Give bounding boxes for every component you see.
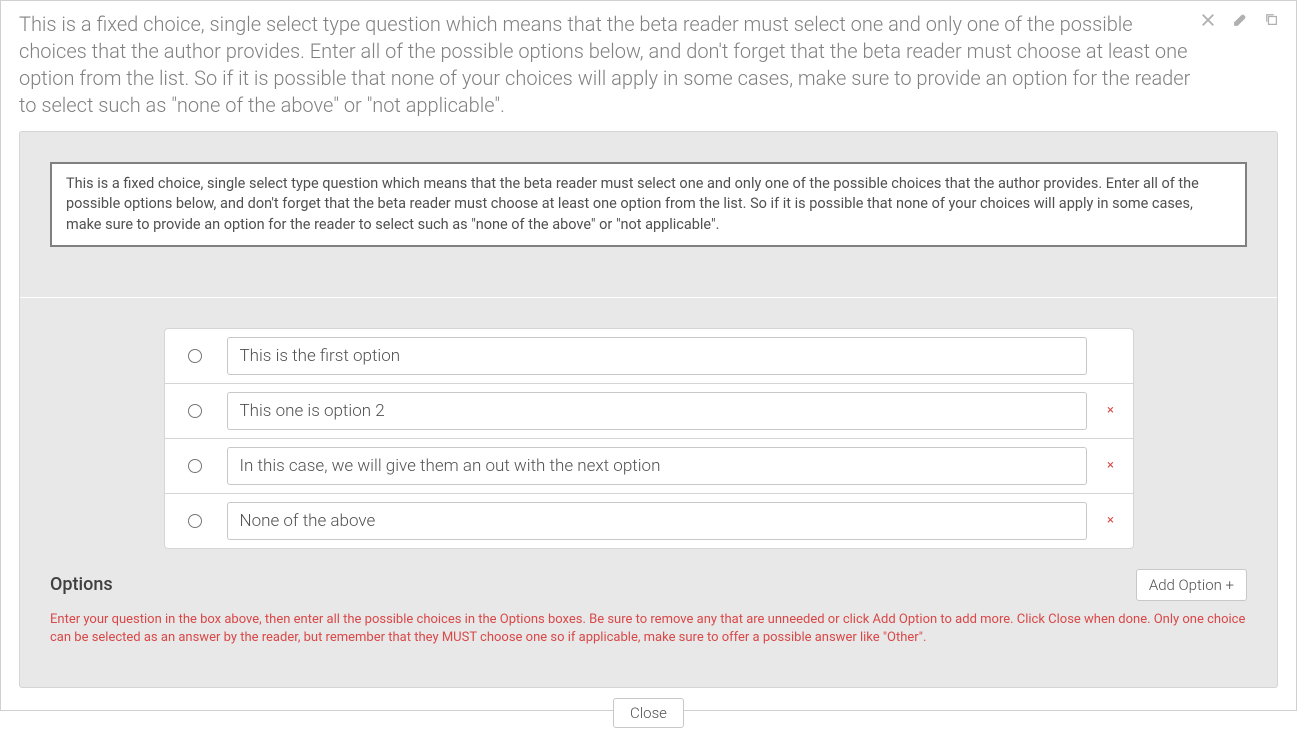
options-panel: × × × Options Add Option + Enter your qu…	[20, 297, 1277, 667]
options-footer: Options Add Option +	[50, 569, 1247, 601]
remove-option-icon[interactable]: ×	[1107, 403, 1114, 418]
option-radio[interactable]	[188, 404, 202, 418]
add-option-button[interactable]: Add Option +	[1136, 569, 1247, 601]
close-button[interactable]: Close	[613, 698, 684, 728]
remove-option-icon[interactable]: ×	[1107, 513, 1114, 528]
copy-icon[interactable]	[1260, 8, 1284, 32]
main-panel: This is a fixed choice, single select ty…	[19, 131, 1278, 688]
header-actions	[1192, 6, 1288, 34]
options-help-text: Enter your question in the box above, th…	[50, 611, 1247, 647]
option-text-input[interactable]	[227, 502, 1087, 540]
header-section: This is a fixed choice, single select ty…	[1, 1, 1296, 131]
question-editor: This is a fixed choice, single select ty…	[0, 0, 1297, 711]
option-text-input[interactable]	[227, 392, 1087, 430]
close-icon[interactable]	[1196, 8, 1220, 32]
options-label: Options	[50, 574, 113, 595]
option-row: ×	[165, 494, 1133, 548]
option-text-input[interactable]	[227, 447, 1087, 485]
option-radio[interactable]	[188, 514, 202, 528]
option-radio[interactable]	[188, 459, 202, 473]
options-table: × × ×	[164, 328, 1134, 549]
option-text-input[interactable]	[227, 337, 1087, 375]
option-radio[interactable]	[188, 349, 202, 363]
option-row: ×	[165, 439, 1133, 494]
question-text-input[interactable]: This is a fixed choice, single select ty…	[50, 162, 1247, 247]
remove-option-icon[interactable]: ×	[1107, 458, 1114, 473]
option-row: ×	[165, 384, 1133, 439]
footer-row: Close	[1, 688, 1296, 734]
header-description: This is a fixed choice, single select ty…	[19, 11, 1278, 119]
option-row	[165, 329, 1133, 384]
edit-icon[interactable]	[1228, 8, 1252, 32]
